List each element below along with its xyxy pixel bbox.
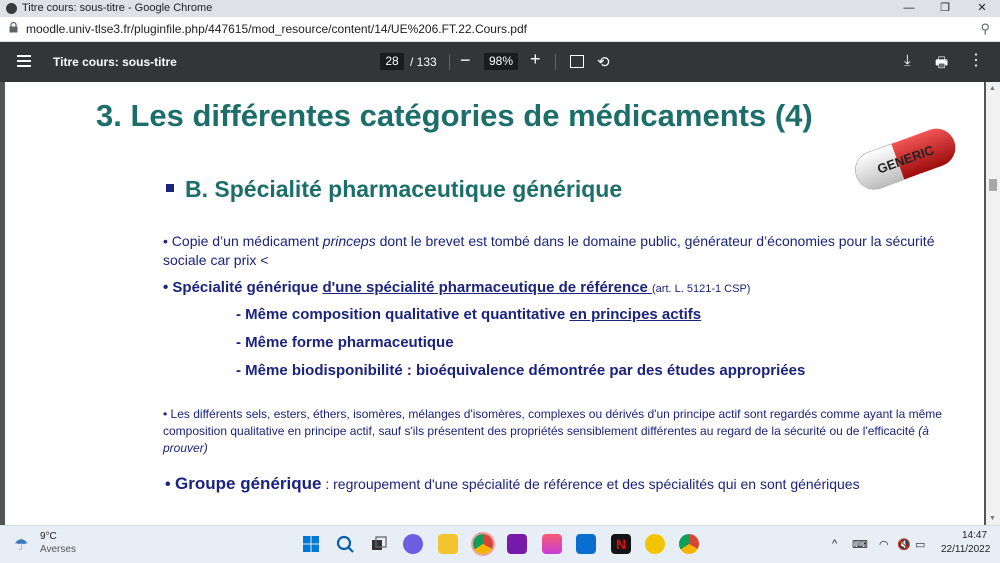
page-total: / 133 <box>410 55 437 69</box>
window-title-bar: Titre cours: sous-titre - Google Chrome … <box>0 0 1000 17</box>
weather-temperature[interactable]: 9°C <box>40 531 57 542</box>
scroll-up-icon[interactable]: ▲ <box>989 85 996 92</box>
fit-to-page-icon[interactable] <box>570 55 584 68</box>
onenote-icon[interactable] <box>507 534 527 554</box>
itunes-icon[interactable] <box>542 534 562 554</box>
lock-icon <box>9 22 18 33</box>
battery-icon[interactable]: ▭ <box>915 538 925 551</box>
chrome-favicon-icon <box>6 3 17 14</box>
download-icon[interactable]: ⤓ <box>904 52 911 69</box>
weather-description[interactable]: Averses <box>40 544 76 555</box>
toolbar-divider <box>449 54 450 70</box>
chat-icon[interactable] <box>403 534 423 554</box>
weather-rain-icon[interactable]: ☂ <box>14 535 28 555</box>
chrome-icon[interactable] <box>679 534 699 554</box>
criterion-composition: - Même composition qualitative et quanti… <box>236 306 702 323</box>
start-button[interactable] <box>301 534 321 554</box>
print-icon[interactable]: 🖶 <box>935 52 948 76</box>
paragraph-copie: • Copie d’un médicament princeps dont le… <box>163 233 935 268</box>
paragraph-specialite: • Spécialité générique d'une spécialité … <box>163 279 751 296</box>
pdf-page: 3. Les différentes catégories de médicam… <box>5 82 984 525</box>
mail-icon[interactable] <box>576 534 596 554</box>
svg-text:N: N <box>616 536 626 552</box>
download-manager-icon[interactable] <box>645 534 665 554</box>
restore-button[interactable]: ❐ <box>927 0 963 17</box>
clock-date[interactable]: 22/11/2022 <box>941 544 990 555</box>
zoom-out-button[interactable]: − <box>460 50 471 71</box>
zoom-magnifier-icon[interactable]: ⚲ <box>980 21 990 37</box>
rotate-icon[interactable]: ⟲ <box>597 53 610 71</box>
pdf-doc-title: Titre cours: sous-titre <box>53 55 177 69</box>
search-icon[interactable] <box>335 534 355 554</box>
pdf-toolbar: Titre cours: sous-titre 28 / 133 − 98% +… <box>0 42 1000 82</box>
wifi-icon[interactable]: ◠ <box>879 538 889 551</box>
subtitle-bullet-icon <box>166 184 174 192</box>
netflix-icon[interactable]: N <box>611 534 631 554</box>
toolbar-divider <box>555 54 556 70</box>
window-title: Titre cours: sous-titre - Google Chrome <box>22 2 213 14</box>
speaker-muted-icon[interactable]: 🔇 <box>897 538 911 551</box>
close-button[interactable]: ✕ <box>964 0 1000 17</box>
criterion-biodisponibilite: - Même biodisponibilité : bioéquivalence… <box>236 362 806 379</box>
page-number-input[interactable]: 28 <box>380 53 404 70</box>
menu-icon[interactable] <box>16 52 34 70</box>
file-explorer-icon[interactable] <box>438 534 458 554</box>
url-text[interactable]: moodle.univ-tlse3.fr/pluginfile.php/4476… <box>26 22 527 36</box>
generic-pill-image: GENERIC <box>855 128 956 190</box>
vertical-scrollbar[interactable]: ▲ ▼ <box>986 82 1000 525</box>
paragraph-sels: • Les différents sels, esters, éthers, i… <box>163 407 942 455</box>
slide-subtitle: B. Spécialité pharmaceutique générique <box>185 176 623 202</box>
minimize-button[interactable]: — <box>891 0 927 17</box>
more-options-icon[interactable]: ⋮ <box>968 50 984 70</box>
chevron-up-icon[interactable]: ^ <box>832 538 837 550</box>
scroll-down-icon[interactable]: ▼ <box>989 515 996 522</box>
slide-title: 3. Les différentes catégories de médicam… <box>96 98 813 133</box>
chrome-active-icon[interactable] <box>473 534 493 554</box>
keyboard-icon[interactable]: ⌨ <box>852 538 868 551</box>
zoom-level-input[interactable]: 98% <box>484 53 518 70</box>
clock-time[interactable]: 14:47 <box>962 530 987 541</box>
zoom-in-button[interactable]: + <box>530 49 541 70</box>
task-view-icon[interactable] <box>369 534 389 554</box>
criterion-forme: - Même forme pharmaceutique <box>236 334 454 351</box>
scroll-thumb[interactable] <box>989 179 997 191</box>
address-bar[interactable]: moodle.univ-tlse3.fr/pluginfile.php/4476… <box>0 17 1000 42</box>
windows-taskbar: ☂ 9°C Averses N ^ ⌨ ◠ 🔇 ▭ 14:47 22/11/20… <box>0 525 1000 563</box>
paragraph-groupe: • Groupe générique : regroupement d'une … <box>165 474 860 493</box>
pdf-viewer[interactable]: 3. Les différentes catégories de médicam… <box>0 82 1000 525</box>
